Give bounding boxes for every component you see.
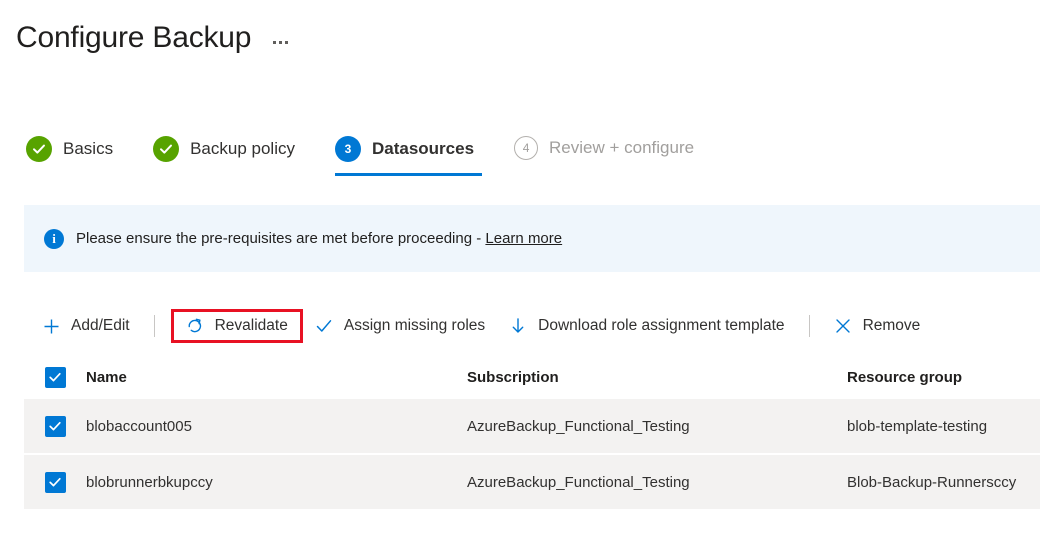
table-row[interactable]: blobaccount005 AzureBackup_Functional_Te… (24, 399, 1040, 455)
cell-subscription: AzureBackup_Functional_Testing (467, 418, 847, 435)
wizard-step-label: Datasources (372, 139, 474, 159)
wizard-step-label: Basics (63, 139, 113, 159)
wizard-step-backup-policy[interactable]: Backup policy (149, 133, 309, 176)
plus-icon (42, 317, 60, 335)
toolbar-item-label: Add/Edit (71, 317, 130, 335)
row-select-cell (24, 416, 82, 437)
info-banner-message: Please ensure the pre-requisites are met… (76, 230, 485, 247)
dot (285, 41, 288, 44)
toolbar-separator (154, 315, 155, 337)
cell-subscription: AzureBackup_Functional_Testing (467, 474, 847, 491)
cell-resource-group: Blob-Backup-Runnersccy (847, 474, 1040, 491)
check-icon (315, 317, 333, 335)
download-role-assignment-template-button[interactable]: Download role assignment template (497, 309, 796, 343)
info-icon: i (44, 229, 64, 249)
add-edit-button[interactable]: Add/Edit (30, 309, 142, 343)
table-header-row: Name Subscription Resource group (24, 355, 1040, 399)
refresh-icon (186, 317, 204, 335)
toolbar-item-label: Assign missing roles (344, 317, 485, 335)
remove-button[interactable]: Remove (822, 309, 933, 343)
column-header-resource-group[interactable]: Resource group (847, 369, 1040, 386)
datasources-table: Name Subscription Resource group blobacc… (24, 355, 1040, 511)
step-number-badge: 3 (335, 136, 361, 162)
cell-name: blobaccount005 (82, 418, 467, 435)
learn-more-link[interactable]: Learn more (485, 230, 562, 247)
row-checkbox[interactable] (45, 472, 66, 493)
page-bottom-spacer (0, 540, 1040, 553)
row-checkbox[interactable] (45, 416, 66, 437)
table-row[interactable]: blobrunnerbkupccy AzureBackup_Functional… (24, 455, 1040, 511)
wizard-step-label: Review + configure (549, 138, 694, 158)
page-title: Configure Backup (16, 18, 251, 58)
select-all-cell (24, 367, 82, 388)
wizard-step-review-configure: 4 Review + configure (510, 133, 708, 174)
breadcrumb-crumb-2[interactable] (445, 0, 448, 2)
more-commands-icon[interactable] (269, 33, 292, 52)
assign-missing-roles-button[interactable]: Assign missing roles (303, 309, 497, 343)
dot (273, 41, 276, 44)
breadcrumb-crumb-1[interactable] (300, 0, 303, 2)
column-header-subscription[interactable]: Subscription (467, 369, 847, 386)
toolbar-item-label: Revalidate (215, 317, 288, 335)
cell-resource-group: blob-template-testing (847, 418, 1040, 435)
wizard-steps: Basics Backup policy 3 Datasources 4 Rev… (22, 133, 730, 176)
wizard-step-basics[interactable]: Basics (22, 133, 127, 176)
toolbar-separator (809, 315, 810, 337)
check-circle-icon (26, 136, 52, 162)
row-select-cell (24, 472, 82, 493)
info-banner: i Please ensure the pre-requisites are m… (24, 205, 1040, 272)
toolbar-item-label: Remove (863, 317, 921, 335)
wizard-step-label: Backup policy (190, 139, 295, 159)
dot (279, 41, 282, 44)
revalidate-button[interactable]: Revalidate (171, 309, 303, 343)
info-banner-text: Please ensure the pre-requisites are met… (76, 230, 562, 247)
command-toolbar: Add/Edit Revalidate Assign missing roles… (30, 305, 932, 347)
select-all-checkbox[interactable] (45, 367, 66, 388)
cell-name: blobrunnerbkupccy (82, 474, 467, 491)
download-icon (509, 317, 527, 335)
column-header-name[interactable]: Name (82, 369, 467, 386)
toolbar-item-label: Download role assignment template (538, 317, 784, 335)
step-number-badge: 4 (514, 136, 538, 160)
close-icon (834, 317, 852, 335)
breadcrumb (0, 0, 1040, 5)
page-header: Configure Backup (16, 18, 292, 58)
wizard-step-datasources[interactable]: 3 Datasources (331, 133, 488, 176)
check-circle-icon (153, 136, 179, 162)
